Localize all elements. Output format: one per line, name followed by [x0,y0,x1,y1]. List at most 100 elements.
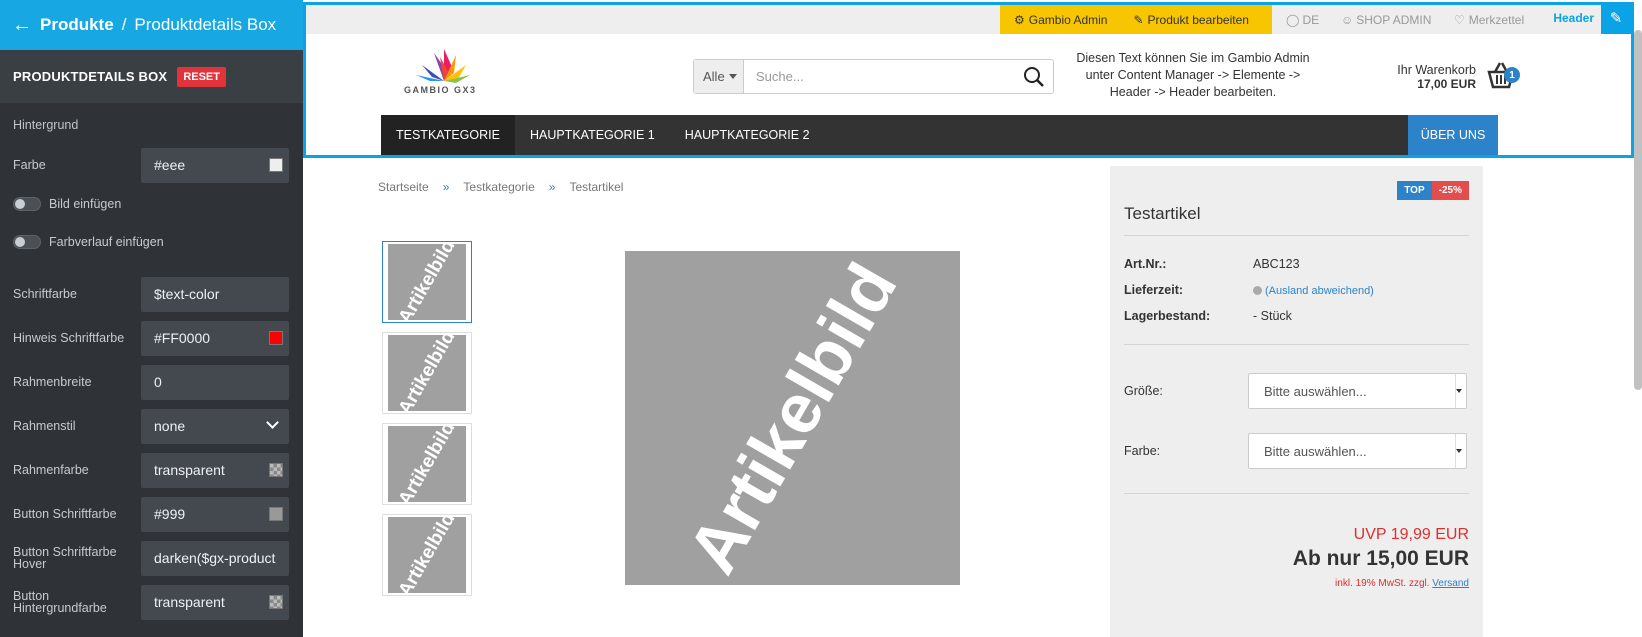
hint-font-color-input[interactable]: #FF0000 [141,320,289,356]
bg-color-label: Farbe [13,158,46,172]
border-width-row: Rahmenbreite 0 [13,364,289,400]
stock-row: Lagerbestand: - Stück [1124,309,1292,323]
color-select[interactable]: Bitte auswählen... [1248,433,1467,469]
button-font-color-hover-row: Button Schriftfarbe Hover darken($gx-pro… [13,540,289,576]
shop-admin-label: SHOP ADMIN [1356,12,1432,27]
shop-preview: ⚙ Gambio Admin ✎ Produkt bearbeiten ◯ DE… [303,0,1642,637]
search-icon[interactable] [1023,66,1045,88]
product-thumbnail[interactable]: Artikelbild [382,514,472,596]
edit-product-link[interactable]: Produkt bearbeiten [1148,13,1249,27]
scrollbar[interactable] [1634,30,1642,390]
breadcrumb-separator: » [442,180,450,194]
divider [1124,344,1469,345]
button-font-color-input[interactable]: #999 [141,496,289,532]
button-bg-color-swatch[interactable] [269,595,283,609]
wishlist-label: Merkzettel [1468,12,1525,27]
wishlist-link[interactable]: ♡ Merkzettel [1454,5,1524,34]
reset-button[interactable]: RESET [177,66,226,87]
breadcrumb-category[interactable]: Testkategorie [463,180,534,194]
button-bg-color-input[interactable]: transparent [141,584,289,620]
search-bar: Alle Suche... [693,59,1054,94]
border-style-value: none [154,418,186,434]
size-select[interactable]: Bitte auswählen... [1248,373,1467,409]
bg-color-swatch[interactable] [269,158,283,172]
nav-item-about[interactable]: ÜBER UNS [1408,115,1498,155]
image-toggle-row: Bild einfügen [13,197,121,211]
product-thumbnail[interactable]: Artikelbild [382,241,472,323]
cart-label: Ihr Warenkorb [1397,63,1476,77]
button-font-color-value: #999 [154,506,186,522]
border-color-row: Rahmenfarbe transparent [13,452,289,488]
nav-item-testkategorie[interactable]: TESTKATEGORIE [381,115,515,155]
search-input[interactable]: Suche... [756,69,804,84]
main-image-placeholder-text: Artikelbild [673,251,912,585]
edit-pencil-icon[interactable]: ✎ [1601,2,1631,34]
admin-bar: ⚙ Gambio Admin ✎ Produkt bearbeiten [1000,5,1272,34]
header-info-line: Header -> Header bearbeiten. [1109,85,1277,99]
gambio-admin-link[interactable]: Gambio Admin [1029,13,1108,27]
language-label: DE [1302,12,1320,27]
border-width-label: Rahmenbreite [13,375,92,389]
back-link[interactable]: Produkte [40,15,114,35]
border-color-label: Rahmenfarbe [13,463,89,477]
cart-sum: 17,00 EUR [1417,77,1476,91]
uvp-price: UVP 19,99 EUR [1353,526,1469,543]
panel-breadcrumb: ← Produkte / Produktdetails Box [0,0,303,50]
nav-item-hauptkategorie-1[interactable]: HAUPTKATEGORIE 1 [515,115,670,155]
border-color-input[interactable]: transparent [141,452,289,488]
delivery-label: Lieferzeit: [1124,283,1184,297]
search-category-select[interactable]: Alle [694,60,744,93]
back-arrow-icon[interactable]: ← [12,15,32,35]
breadcrumb-home[interactable]: Startseite [378,180,429,194]
font-color-input[interactable]: $text-color [141,276,289,312]
category-nav: TESTKATEGORIE HAUPTKATEGORIE 1 HAUPTKATE… [381,115,1498,155]
button-font-color-swatch[interactable] [269,507,283,521]
top-bar: ⚙ Gambio Admin ✎ Produkt bearbeiten ◯ DE… [306,2,1631,34]
nav-item-hauptkategorie-2[interactable]: HAUPTKATEGORIE 2 [670,115,825,155]
border-color-value: transparent [154,462,225,478]
product-main-image[interactable]: Artikelbild [625,251,960,585]
breadcrumb-separator: » [548,180,556,194]
panel-current-crumb: Produktdetails Box [134,15,277,34]
product-badges: TOP -25% [1397,181,1469,200]
image-toggle-label: Bild einfügen [49,197,122,211]
divider [1124,235,1469,236]
cart-summary[interactable]: Ihr Warenkorb 17,00 EUR [1356,63,1476,91]
shipping-link[interactable]: Versand [1432,578,1469,589]
cart-count-badge: 1 [1504,67,1520,83]
border-style-select[interactable]: none [141,408,289,444]
image-toggle[interactable] [13,197,41,211]
hint-font-color-row: Hinweis Schriftfarbe #FF0000 [13,320,289,356]
border-color-swatch[interactable] [269,463,283,477]
delivery-info-link[interactable]: (Ausland abweichend) [1265,285,1374,297]
art-nr-row: Art.Nr.: ABC123 [1124,257,1300,271]
header-selection-frame[interactable]: ⚙ Gambio Admin ✎ Produkt bearbeiten ◯ DE… [303,2,1634,158]
button-bg-color-row: Button Hintergrundfarbe transparent [13,584,289,620]
breadcrumb-separator: / [121,15,127,34]
shop-admin-link[interactable]: ☺ SHOP ADMIN [1341,5,1431,34]
pencil-icon: ✎ [1133,12,1144,27]
header-info-line: unter Content Manager -> Elemente -> [1085,68,1301,82]
language-selector[interactable]: ◯ DE [1286,5,1319,34]
product-thumbnail[interactable]: Artikelbild [382,332,472,414]
stock-label: Lagerbestand: [1124,309,1211,323]
button-bg-color-value: transparent [154,594,225,610]
thumbnail-placeholder-text: Artikelbild [394,426,459,502]
art-nr-value: ABC123 [1253,257,1300,271]
button-bg-color-label: Button Hintergrundfarbe [13,589,107,615]
art-nr-label: Art.Nr.: [1124,257,1167,271]
button-font-color-hover-input[interactable]: darken($gx-product [141,540,289,576]
bg-color-input[interactable]: #eee [141,147,289,183]
product-price: Ab nur 15,00 EUR [1292,547,1469,570]
discount-badge: -25% [1431,181,1469,200]
product-thumbnail[interactable]: Artikelbild [382,423,472,505]
header-info-text: Diesen Text können Sie im Gambio Admin u… [1068,50,1318,101]
chevron-down-icon [266,415,279,429]
size-label: Größe: [1124,384,1163,398]
border-width-input[interactable]: 0 [141,364,289,400]
gradient-toggle[interactable] [13,235,41,249]
breadcrumb-current: Testartikel [569,180,624,194]
style-editor-panel: ← Produkte / Produktdetails Box PRODUKTD… [0,0,303,637]
hint-font-color-swatch[interactable] [269,331,283,345]
heart-icon: ♡ [1454,12,1465,27]
